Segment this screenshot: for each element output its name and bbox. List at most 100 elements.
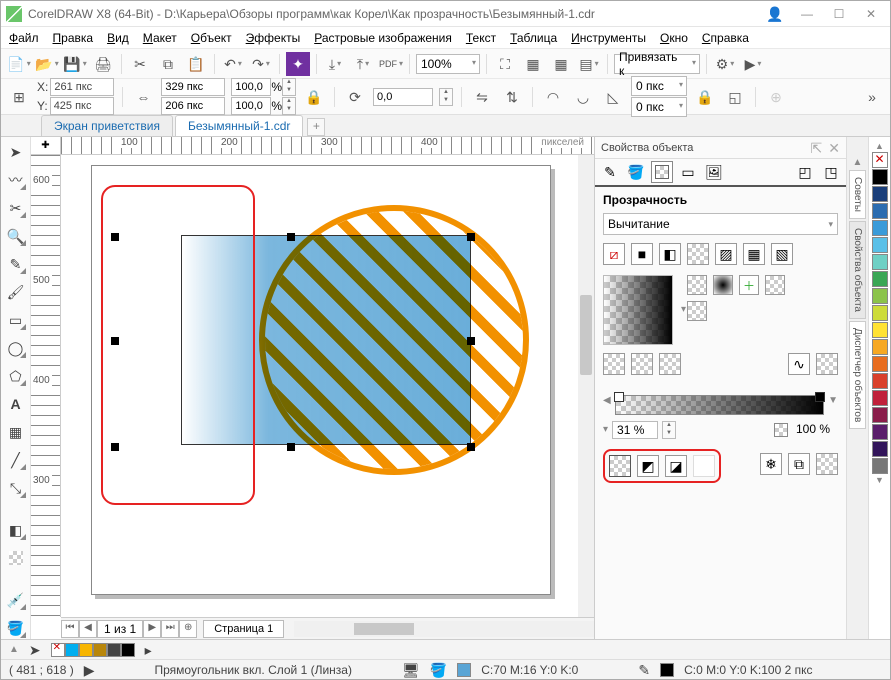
scale-y-input[interactable]: 100,0 <box>231 97 271 115</box>
outline-swatch[interactable] <box>660 663 674 677</box>
type-twotone-button[interactable]: ▨ <box>715 243 737 265</box>
swatch[interactable] <box>872 424 888 440</box>
freehand-tool[interactable]: ✎ <box>5 253 27 275</box>
close-button[interactable]: ✕ <box>857 4 885 24</box>
height-input[interactable]: 206 пкс <box>161 97 225 115</box>
polygon-tool[interactable]: ⬠ <box>5 365 27 387</box>
docker-tab-bitmap[interactable]: 🖼 <box>703 161 725 183</box>
docker-tab-outline[interactable]: ✎ <box>599 161 621 183</box>
page-tab-1[interactable]: Страница 1 <box>203 620 284 638</box>
mirror-h-button[interactable]: ⇋ <box>470 85 494 109</box>
corner-scallop-button[interactable]: ◡ <box>571 85 595 109</box>
swatch[interactable] <box>872 169 888 185</box>
dimension-tool[interactable]: ╱ <box>5 449 27 471</box>
color-proof-icon[interactable]: 🖥 <box>402 663 420 677</box>
repeat-button[interactable] <box>659 353 681 375</box>
mirror-v-button[interactable]: ⇅ <box>500 85 524 109</box>
type-uniform-button[interactable]: ■ <box>631 243 653 265</box>
corner1-input[interactable]: 0 пкс <box>631 76 687 96</box>
gradient-node-bar[interactable] <box>615 395 824 415</box>
docker-tab-fill[interactable]: 🪣 <box>625 161 647 183</box>
maximize-button[interactable]: ☐ <box>825 4 853 24</box>
menu-bitmaps[interactable]: Растровые изображения <box>314 31 452 45</box>
smooth-button[interactable]: ∿ <box>788 353 810 375</box>
swatch[interactable] <box>872 203 888 219</box>
swatch[interactable] <box>872 322 888 338</box>
page-prev[interactable]: ◀ <box>79 620 97 638</box>
minimize-button[interactable]: — <box>793 4 821 24</box>
x-input[interactable]: 261 пкс <box>50 78 114 96</box>
zoom-tool[interactable]: 🔍 <box>5 225 27 247</box>
mini-palette[interactable]: ✕ <box>51 643 135 657</box>
swatch-none[interactable]: ✕ <box>872 152 888 168</box>
corner-round-button[interactable]: ◠ <box>541 85 565 109</box>
docker-tab-misc2[interactable]: ◳ <box>820 161 842 183</box>
scrollbar-vertical[interactable] <box>578 155 594 617</box>
guides-button[interactable]: ▤ <box>577 52 601 76</box>
square-button[interactable] <box>687 301 707 321</box>
tab-document[interactable]: Безымянный-1.cdr <box>175 115 303 136</box>
relative-corner-button[interactable]: ◱ <box>723 85 747 109</box>
table-tool[interactable]: ▦ <box>5 421 27 443</box>
sel-handle[interactable] <box>467 337 475 345</box>
docker-tab-transparency[interactable] <box>651 161 673 183</box>
save-button[interactable]: 💾 <box>63 52 87 76</box>
pdf-button[interactable]: PDF <box>379 52 403 76</box>
swatch[interactable] <box>872 407 888 423</box>
corner2-input[interactable]: 0 пкс <box>631 97 687 117</box>
artistic-media-tool[interactable]: 🖌 <box>5 281 27 303</box>
scrollbar-horizontal[interactable] <box>294 621 594 637</box>
swatch[interactable] <box>872 458 888 474</box>
gradient-node-start[interactable] <box>614 392 624 402</box>
type-none-button[interactable]: ⧄ <box>603 243 625 265</box>
palette-menu-icon[interactable]: ▸ <box>145 643 152 657</box>
page-last[interactable]: ⏭ <box>161 620 179 638</box>
sidetab-hints[interactable]: Советы <box>849 170 866 219</box>
swatch[interactable] <box>872 237 888 253</box>
new-button[interactable]: 📄 <box>7 52 31 76</box>
node-opacity-spinner[interactable]: ▲▼ <box>662 421 676 439</box>
export-button[interactable]: ⤒ <box>351 52 375 76</box>
apply-extra-button[interactable] <box>693 455 715 477</box>
menu-table[interactable]: Таблица <box>510 31 557 45</box>
angle-input[interactable]: 0,0 <box>373 88 433 106</box>
menu-tools[interactable]: Инструменты <box>571 31 646 45</box>
object-origin-icon[interactable]: ⊞ <box>7 85 31 109</box>
user-icon[interactable]: 👤 <box>761 4 789 24</box>
corner-chamfer-button[interactable]: ◺ <box>601 85 625 109</box>
outline-indicator-icon[interactable]: ✎ <box>638 663 650 677</box>
linear-button[interactable] <box>687 275 707 295</box>
menu-layout[interactable]: Макет <box>143 31 177 45</box>
docker-close-icon[interactable]: ✕ <box>828 141 840 155</box>
menu-edit[interactable]: Правка <box>53 31 94 45</box>
type-bitmap-button[interactable]: ▦ <box>743 243 765 265</box>
eyedropper-tool[interactable]: 💉 <box>5 589 27 611</box>
ruler-vertical[interactable]: 600 500 400 300 <box>31 155 61 617</box>
menu-effects[interactable]: Эффекты <box>246 31 301 45</box>
redo-button[interactable]: ↷ <box>249 52 273 76</box>
swatch[interactable] <box>872 441 888 457</box>
page-next[interactable]: ▶ <box>143 620 161 638</box>
radial-button[interactable] <box>713 275 733 295</box>
scale-x-input[interactable]: 100,0 <box>231 78 271 96</box>
dropshadow-tool[interactable]: ◧ <box>5 519 27 541</box>
import-button[interactable]: ⤓ <box>323 52 347 76</box>
ellipse-tool[interactable]: ◯ <box>5 337 27 359</box>
copy-transp-button[interactable]: ⧉ <box>788 453 810 475</box>
gradient-preview[interactable]: ▾ <box>603 275 673 345</box>
node-opacity-input[interactable]: 31 % <box>612 421 658 439</box>
lock-ratio-button[interactable]: 🔒 <box>302 85 326 109</box>
shape-tool[interactable]: 〰 <box>5 169 27 191</box>
swatch[interactable] <box>872 288 888 304</box>
options-button[interactable]: ⚙ <box>713 52 737 76</box>
swatch[interactable] <box>872 390 888 406</box>
y-input[interactable]: 425 пкс <box>50 97 114 115</box>
fullscreen-button[interactable]: ⛶ <box>493 52 517 76</box>
zoom-combo[interactable]: 100% <box>416 54 480 74</box>
crop-tool[interactable]: ✂ <box>5 197 27 219</box>
freeze-button[interactable]: ❄ <box>760 453 782 475</box>
type-texture-button[interactable]: ▧ <box>771 243 793 265</box>
add-preset-button[interactable]: ⊕ <box>764 85 788 109</box>
docker-tab-misc1[interactable]: ◰ <box>794 161 816 183</box>
sel-handle[interactable] <box>467 443 475 451</box>
